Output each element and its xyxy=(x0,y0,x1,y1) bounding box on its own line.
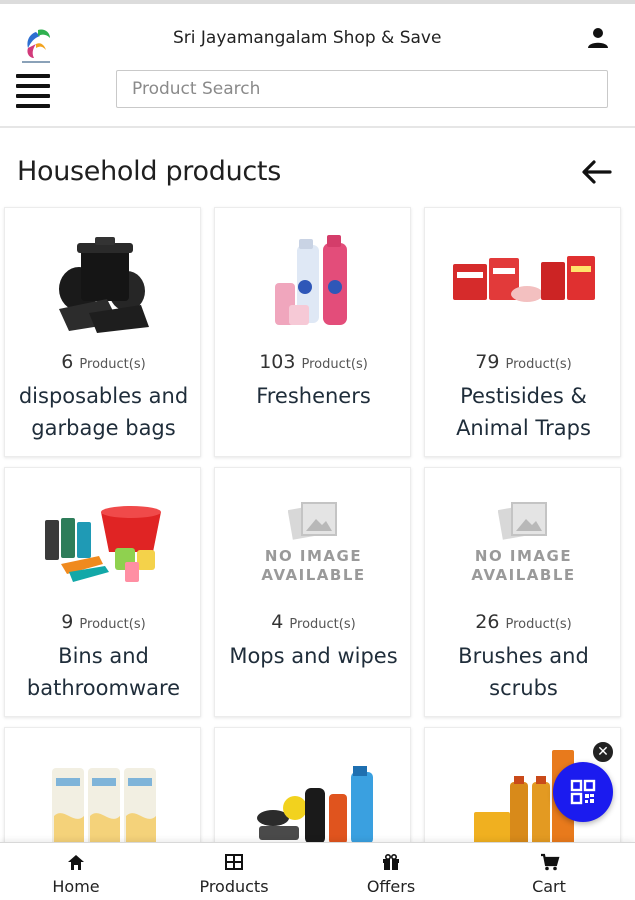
category-card[interactable]: 103 Product(s) Fresheners xyxy=(214,207,411,457)
page-title: Household products xyxy=(17,156,281,187)
nav-offers-label: Offers xyxy=(366,877,416,896)
qr-scan-button[interactable] xyxy=(553,762,613,822)
garbage-bags-image xyxy=(5,222,202,342)
gift-icon xyxy=(383,853,399,870)
bottom-nav: Home Products Offers Cart xyxy=(0,842,635,900)
back-arrow-icon[interactable] xyxy=(580,158,612,186)
app-header: Sri Jayamangalam Shop & Save xyxy=(0,4,635,128)
category-name: Bins and bathroomware xyxy=(26,644,181,700)
category-name: Pestisides & Animal Traps xyxy=(456,384,591,440)
category-card[interactable]: NO IMAGE AVAILABLE 26 Product(s) Brushes… xyxy=(424,467,621,717)
product-count: 26 xyxy=(475,611,500,633)
category-name: disposables and garbage bags xyxy=(18,384,189,440)
product-count: 9 xyxy=(61,611,74,633)
pesticides-image xyxy=(425,222,622,342)
category-name: Brushes and scrubs xyxy=(458,644,589,700)
product-count-unit: Product(s) xyxy=(289,617,356,632)
image-placeholder-icon xyxy=(287,502,337,540)
shop-name: Sri Jayamangalam Shop & Save xyxy=(173,28,442,48)
no-image-text-line1: NO IMAGE xyxy=(474,547,573,565)
product-count: 6 xyxy=(61,351,74,373)
category-card[interactable]: 79 Product(s) Pestisides & Animal Traps xyxy=(424,207,621,457)
bins-image xyxy=(5,482,202,602)
user-account-icon[interactable] xyxy=(586,26,610,50)
cart-icon xyxy=(541,853,560,871)
category-card[interactable]: NO IMAGE AVAILABLE 4 Product(s) Mops and… xyxy=(214,467,411,717)
nav-products-label: Products xyxy=(199,877,269,896)
tissue-rolls-image xyxy=(5,756,202,848)
menu-icon[interactable] xyxy=(16,74,50,108)
no-image-text-line1: NO IMAGE xyxy=(264,547,363,565)
no-image-placeholder: NO IMAGE AVAILABLE xyxy=(425,482,622,602)
product-count-unit: Product(s) xyxy=(79,617,146,632)
nav-cart[interactable]: Cart xyxy=(489,843,609,900)
no-image-text-line2: AVAILABLE xyxy=(471,566,576,584)
shop-logo[interactable] xyxy=(16,24,56,66)
nav-products[interactable]: Products xyxy=(174,843,294,900)
image-placeholder-icon xyxy=(497,502,547,540)
product-count: 103 xyxy=(259,351,296,373)
car-care-image xyxy=(215,762,412,848)
close-fab-icon[interactable]: ✕ xyxy=(591,740,615,764)
product-count: 4 xyxy=(271,611,284,633)
search-input[interactable] xyxy=(116,70,608,108)
nav-home-label: Home xyxy=(52,877,100,896)
no-image-text-line2: AVAILABLE xyxy=(261,566,366,584)
category-card[interactable]: 6 Product(s) disposables and garbage bag… xyxy=(4,207,201,457)
fresheners-image xyxy=(215,222,412,342)
products-grid-icon xyxy=(225,854,243,870)
home-icon xyxy=(68,855,84,870)
product-count-unit: Product(s) xyxy=(505,357,572,372)
nav-home[interactable]: Home xyxy=(16,843,136,900)
product-count-unit: Product(s) xyxy=(505,617,572,632)
no-image-placeholder: NO IMAGE AVAILABLE xyxy=(215,482,412,602)
category-name: Mops and wipes xyxy=(229,644,398,668)
category-card[interactable] xyxy=(214,727,411,847)
qr-code-icon xyxy=(570,779,596,805)
product-count-unit: Product(s) xyxy=(79,357,146,372)
product-count: 79 xyxy=(475,351,500,373)
nav-cart-label: Cart xyxy=(532,877,566,896)
category-card[interactable] xyxy=(4,727,202,848)
nav-offers[interactable]: Offers xyxy=(331,843,451,900)
category-name: Fresheners xyxy=(256,384,371,408)
category-card[interactable]: 9 Product(s) Bins and bathroomware xyxy=(4,467,201,717)
product-count-unit: Product(s) xyxy=(301,357,368,372)
